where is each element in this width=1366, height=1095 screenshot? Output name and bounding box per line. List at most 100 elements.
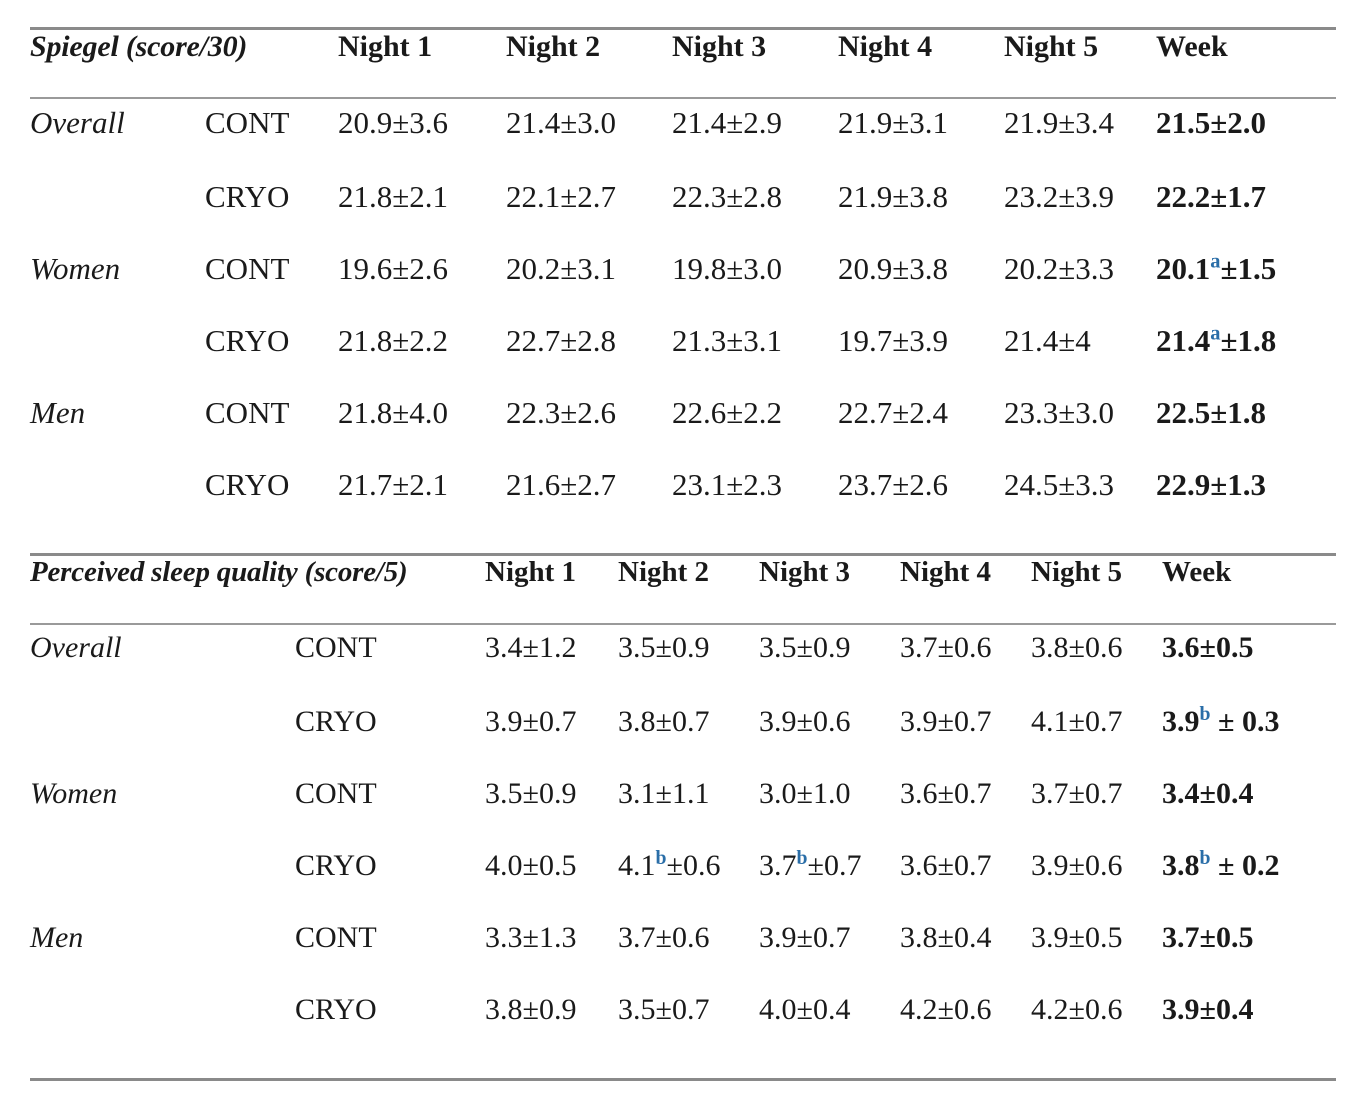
cell-night-4: 20.9±3.8: [838, 251, 949, 286]
group-label-cryo: CRYO: [295, 705, 377, 738]
cell-night-3: 4.0±0.4: [759, 993, 851, 1026]
table-bottom-rule: [30, 1078, 1336, 1081]
cell-night-1: 3.4±1.2: [485, 631, 577, 664]
cell-night-5: 3.9±0.5: [1031, 921, 1123, 954]
group-label-cont: CONT: [295, 921, 377, 954]
row-label: [30, 849, 295, 921]
footnote-marker-a: a: [1210, 322, 1221, 345]
cell-night-4: 3.8±0.4: [900, 921, 992, 954]
cell-night-4: 21.9±3.8: [838, 179, 949, 214]
cell-night-5: 24.5±3.3: [1004, 467, 1115, 502]
sleep-quality-table: Perceived sleep quality (score/5) Night …: [30, 556, 1336, 614]
column-header-night-5: Night 5: [1031, 556, 1123, 588]
row-label: Men: [30, 921, 84, 954]
cell-night-4: 3.6±0.7: [900, 777, 992, 810]
cell-night-4: 21.9±3.1: [838, 105, 949, 140]
cell-night-3: 19.8±3.0: [672, 251, 783, 286]
cell-night-1: 21.8±2.2: [338, 323, 449, 358]
footnote-marker-a: a: [1210, 250, 1221, 273]
table-row: CRYO 4.0±0.5 4.1b±0.6 3.7b±0.7 3.6±0.7 3.9±0.…: [30, 847, 1336, 921]
column-header-night-3: Night 3: [759, 556, 851, 588]
row-label: Overall: [30, 105, 125, 140]
cell-week: 21.4a±1.8: [1156, 322, 1277, 358]
table-row: CRYO 21.7±2.1 21.6±2.7 23.1±2.3 23.7±2.6 24.5…: [30, 467, 1336, 539]
row-label: Overall: [30, 631, 122, 664]
cell-night-1: 21.8±2.1: [338, 179, 449, 214]
sleep-quality-table-body: Overall CONT 3.4±1.2 3.5±0.9 3.5±0.9 3.7±0.6 3…: [30, 631, 1336, 1065]
cell-night-5: 3.9±0.6: [1031, 849, 1123, 882]
cell-week: 22.9±1.3: [1156, 467, 1267, 502]
cell-night-5: 4.2±0.6: [1031, 993, 1123, 1026]
cell-night-5: 3.8±0.6: [1031, 631, 1123, 664]
cell-night-4: 3.9±0.7: [900, 705, 992, 738]
table-row: CRYO 21.8±2.1 22.1±2.7 22.3±2.8 21.9±3.8 23.2…: [30, 179, 1336, 251]
group-label-cryo: CRYO: [295, 993, 377, 1026]
cell-night-3: 3.7b±0.7: [759, 847, 862, 882]
cell-night-3: 22.6±2.2: [672, 395, 783, 430]
cell-night-1: 4.0±0.5: [485, 849, 577, 882]
cell-night-2: 21.6±2.7: [506, 467, 617, 502]
column-header-night-4: Night 4: [900, 556, 992, 588]
table-row: CRYO 3.8±0.9 3.5±0.7 4.0±0.4 4.2±0.6 4.2±0.6 3…: [30, 993, 1336, 1065]
group-label-cryo: CRYO: [205, 323, 290, 358]
cell-night-5: 20.2±3.3: [1004, 251, 1115, 286]
cell-night-3: 23.1±2.3: [672, 467, 783, 502]
table-row: Overall CONT 3.4±1.2 3.5±0.9 3.5±0.9 3.7±0.6 3…: [30, 631, 1336, 705]
cell-week: 3.6±0.5: [1162, 631, 1254, 664]
table-row: Women CONT 19.6±2.6 20.2±3.1 19.8±3.0 20.9±3.…: [30, 251, 1336, 323]
column-header-night-5: Night 5: [1004, 30, 1099, 63]
cell-night-3: 3.0±1.0: [759, 777, 851, 810]
footnote-marker-b: b: [1199, 847, 1211, 869]
cell-week: 3.9b ± 0.3: [1162, 703, 1280, 738]
cell-night-5: 23.3±3.0: [1004, 395, 1115, 430]
spiegel-title: Spiegel (score/30): [30, 30, 248, 63]
column-header-night-3: Night 3: [672, 30, 767, 63]
row-label: [30, 323, 205, 395]
column-header-night-4: Night 4: [838, 30, 933, 63]
table-row: Overall CONT 20.9±3.6 21.4±3.0 21.4±2.9 21.9±…: [30, 105, 1336, 179]
table-row: CRYO 3.9±0.7 3.8±0.7 3.9±0.6 3.9±0.7 4.1±0.7 3…: [30, 703, 1336, 777]
cell-night-4: 3.7±0.6: [900, 631, 992, 664]
column-header-night-2: Night 2: [618, 556, 710, 588]
cell-night-5: 23.2±3.9: [1004, 179, 1115, 214]
cell-night-4: 3.6±0.7: [900, 849, 992, 882]
group-label-cryo: CRYO: [295, 849, 377, 882]
cell-night-3: 3.9±0.6: [759, 705, 851, 738]
cell-night-5: 3.7±0.7: [1031, 777, 1123, 810]
cell-night-1: 20.9±3.6: [338, 105, 449, 140]
row-label: Women: [30, 251, 121, 286]
cell-night-1: 3.8±0.9: [485, 993, 577, 1026]
column-header-night-1: Night 1: [485, 556, 577, 588]
cell-night-2: 4.1b±0.6: [618, 847, 721, 882]
cell-night-1: 21.8±4.0: [338, 395, 449, 430]
footnote-marker-b: b: [796, 847, 808, 869]
cell-night-3: 22.3±2.8: [672, 179, 783, 214]
row-label: [30, 467, 205, 539]
cell-night-2: 3.8±0.7: [618, 705, 710, 738]
group-label-cont: CONT: [295, 631, 377, 664]
column-header-night-1: Night 1: [338, 30, 433, 63]
table-row: Women CONT 3.5±0.9 3.1±1.1 3.0±1.0 3.6±0.7 3.7…: [30, 777, 1336, 849]
table-row: Men CONT 21.8±4.0 22.3±2.6 22.6±2.2 22.7±2.4 2…: [30, 395, 1336, 467]
cell-night-3: 3.9±0.7: [759, 921, 851, 954]
cell-night-3: 3.5±0.9: [759, 631, 851, 664]
footnote-marker-b: b: [1199, 703, 1211, 725]
spiegel-table-body-wrap: Overall CONT 20.9±3.6 21.4±3.0 21.4±2.9 21.9±…: [30, 105, 1336, 539]
sleep-quality-title: Perceived sleep quality (score/5): [30, 556, 408, 588]
row-label: Women: [30, 777, 118, 810]
cell-night-2: 3.1±1.1: [618, 777, 710, 810]
cell-night-2: 3.7±0.6: [618, 921, 710, 954]
header-row: Perceived sleep quality (score/5) Night …: [30, 556, 1336, 614]
cell-night-2: 22.1±2.7: [506, 179, 617, 214]
cell-night-1: 3.3±1.3: [485, 921, 577, 954]
cell-week: 3.9±0.4: [1162, 993, 1254, 1026]
cell-night-3: 21.3±3.1: [672, 323, 783, 358]
cell-night-3: 21.4±2.9: [672, 105, 783, 140]
cell-week: 3.8b ± 0.2: [1162, 847, 1280, 882]
column-header-week: Week: [1156, 30, 1228, 63]
cell-night-5: 21.4±4: [1004, 323, 1091, 358]
cell-night-2: 21.4±3.0: [506, 105, 617, 140]
table-sheet: Spiegel (score/30) Night 1 Night 2 Night…: [0, 27, 1366, 1095]
cell-week: 21.5±2.0: [1156, 105, 1267, 140]
cell-night-1: 3.5±0.9: [485, 777, 577, 810]
